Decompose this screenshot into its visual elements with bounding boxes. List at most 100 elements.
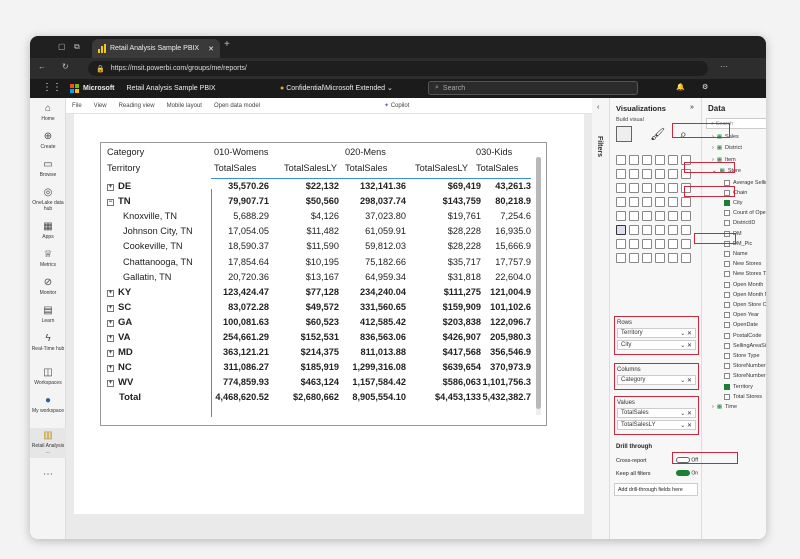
visual-type-icon[interactable] — [642, 197, 652, 207]
field-checkbox[interactable] — [724, 394, 730, 400]
scroll-thumb[interactable] — [536, 157, 541, 409]
nav-create[interactable]: ⊕Create — [30, 132, 66, 150]
measure-header[interactable]: TotalSalesLY — [415, 163, 468, 173]
menu-file[interactable]: File — [72, 103, 82, 109]
tab-actions-icon[interactable]: ⧉ — [74, 42, 80, 52]
field-checkbox[interactable] — [724, 322, 730, 328]
field-21[interactable]: Total Stores — [724, 392, 762, 401]
visual-type-icon[interactable] — [642, 225, 652, 235]
column-group-header[interactable]: 020-Mens — [345, 147, 386, 157]
field-9[interactable]: New Stores Target — [724, 270, 766, 279]
values-field-totalsalesly[interactable]: TotalSalesLY⌄ ✕ — [617, 420, 696, 430]
field-15[interactable]: PostalCode — [724, 331, 761, 340]
visual-type-icon[interactable] — [629, 169, 639, 179]
keep-filters-toggle[interactable]: On — [676, 470, 698, 476]
remove-field-icon[interactable]: ⌄ ✕ — [680, 330, 692, 337]
field-20[interactable]: Territory — [724, 382, 753, 391]
field-17[interactable]: Store Type — [724, 351, 760, 360]
field-12[interactable]: Open Store Count — [724, 300, 766, 309]
visual-type-icon[interactable] — [668, 155, 678, 165]
field-18[interactable]: StoreNumber — [724, 362, 766, 371]
field-checkbox[interactable] — [724, 384, 730, 390]
chevron-icon[interactable]: › — [712, 404, 714, 410]
visual-type-icon[interactable] — [655, 211, 665, 221]
build-visual-icon[interactable] — [616, 126, 632, 142]
expand-icon[interactable]: + — [107, 335, 114, 342]
field-checkbox[interactable] — [724, 343, 730, 349]
measure-header[interactable]: TotalSales — [345, 163, 387, 173]
field-checkbox[interactable] — [724, 220, 730, 226]
visual-type-icon[interactable] — [668, 239, 678, 249]
field-checkbox[interactable] — [724, 373, 730, 379]
field-2[interactable]: City — [724, 198, 742, 207]
visual-type-icon[interactable] — [681, 211, 691, 221]
remove-field-icon[interactable]: ⌄ ✕ — [680, 410, 692, 417]
visual-type-icon[interactable] — [629, 155, 639, 165]
copilot-button[interactable]: ✦ Copilot — [384, 102, 409, 109]
sensitivity-label[interactable]: ● Confidential\Microsoft Extended ⌄ — [280, 84, 393, 92]
table-district[interactable]: ›▦District — [712, 144, 742, 153]
row-header[interactable]: +DE — [107, 181, 131, 192]
nav-my-workspace[interactable]: ●My workspace — [30, 396, 66, 414]
row-header[interactable]: Total — [119, 392, 141, 403]
expand-icon[interactable]: + — [107, 184, 114, 191]
row-header[interactable]: +VA — [107, 332, 131, 343]
visual-type-icon[interactable] — [655, 239, 665, 249]
row-header[interactable]: +GA — [107, 317, 132, 328]
chevron-icon[interactable]: › — [712, 145, 714, 151]
visual-type-icon[interactable] — [655, 253, 665, 263]
nav-learn[interactable]: ▤Learn — [30, 306, 66, 324]
visual-type-icon[interactable] — [668, 211, 678, 221]
visual-type-icon[interactable] — [668, 183, 678, 193]
visual-type-icon[interactable] — [629, 239, 639, 249]
nav-home[interactable]: ⌂Home — [30, 104, 66, 122]
values-well[interactable]: Values TotalSales⌄ ✕ TotalSalesLY⌄ ✕ — [614, 396, 699, 435]
field-14[interactable]: OpenDate — [724, 321, 758, 330]
nav-onelake[interactable]: ◎OneLake data hub — [30, 188, 66, 212]
expand-icon[interactable]: + — [107, 305, 114, 312]
menu-view[interactable]: View — [94, 103, 107, 109]
refresh-icon[interactable]: ↻ — [62, 62, 69, 71]
settings-more-icon[interactable]: ⋯ — [720, 62, 728, 71]
field-checkbox[interactable] — [724, 210, 730, 216]
row-header[interactable]: +WV — [107, 377, 133, 388]
back-icon[interactable]: ← — [38, 62, 46, 71]
field-checkbox[interactable] — [724, 302, 730, 308]
expand-icon[interactable]: + — [107, 290, 114, 297]
row-header[interactable]: −TN — [107, 196, 131, 207]
expand-filters-icon[interactable]: ‹ — [597, 104, 599, 111]
visual-type-icon[interactable] — [642, 239, 652, 249]
expand-icon[interactable]: + — [107, 320, 114, 327]
visual-type-icon[interactable] — [616, 239, 626, 249]
field-checkbox[interactable] — [724, 312, 730, 318]
visual-type-icon[interactable] — [616, 169, 626, 179]
row-header[interactable]: Cookeville, TN — [123, 241, 183, 251]
field-19[interactable]: StoreNumberNa... — [724, 372, 766, 381]
collapse-icon[interactable]: − — [107, 199, 114, 206]
table-time[interactable]: ›▦Time — [712, 402, 737, 411]
visual-type-icon[interactable] — [681, 197, 691, 207]
app-launcher-icon[interactable]: ⋮⋮ — [42, 82, 62, 93]
column-group-header[interactable]: 030-Kids — [476, 147, 512, 157]
visual-type-icon[interactable] — [655, 225, 665, 235]
field-checkbox[interactable] — [724, 180, 730, 186]
visual-type-icon[interactable] — [668, 169, 678, 179]
nav-apps[interactable]: ▦Apps — [30, 222, 66, 240]
visual-type-icon[interactable] — [642, 211, 652, 221]
field-4[interactable]: DistrictID — [724, 219, 755, 228]
measure-header[interactable]: TotalSalesLY — [284, 163, 337, 173]
visual-type-icon[interactable] — [655, 169, 665, 179]
visual-type-icon[interactable] — [629, 253, 639, 263]
visual-type-icon[interactable] — [668, 225, 678, 235]
visual-type-icon[interactable] — [642, 183, 652, 193]
new-tab-icon[interactable]: + — [224, 39, 230, 50]
url-field[interactable]: 🔒 https://msit.powerbi.com/groups/me/rep… — [88, 61, 708, 76]
rows-well[interactable]: Rows Territory⌄ ✕ City⌄ ✕ — [614, 316, 699, 355]
workspaces-icon[interactable]: ▢ — [58, 42, 66, 51]
visual-type-icon[interactable] — [616, 197, 626, 207]
nav-workspaces[interactable]: ◫Workspaces — [30, 368, 66, 386]
field-3[interactable]: Count of OpenD... — [724, 209, 766, 218]
visual-type-icon[interactable] — [642, 155, 652, 165]
row-header[interactable]: Johnson City, TN — [123, 226, 193, 236]
nav-metrics[interactable]: ♕Metrics — [30, 250, 66, 268]
